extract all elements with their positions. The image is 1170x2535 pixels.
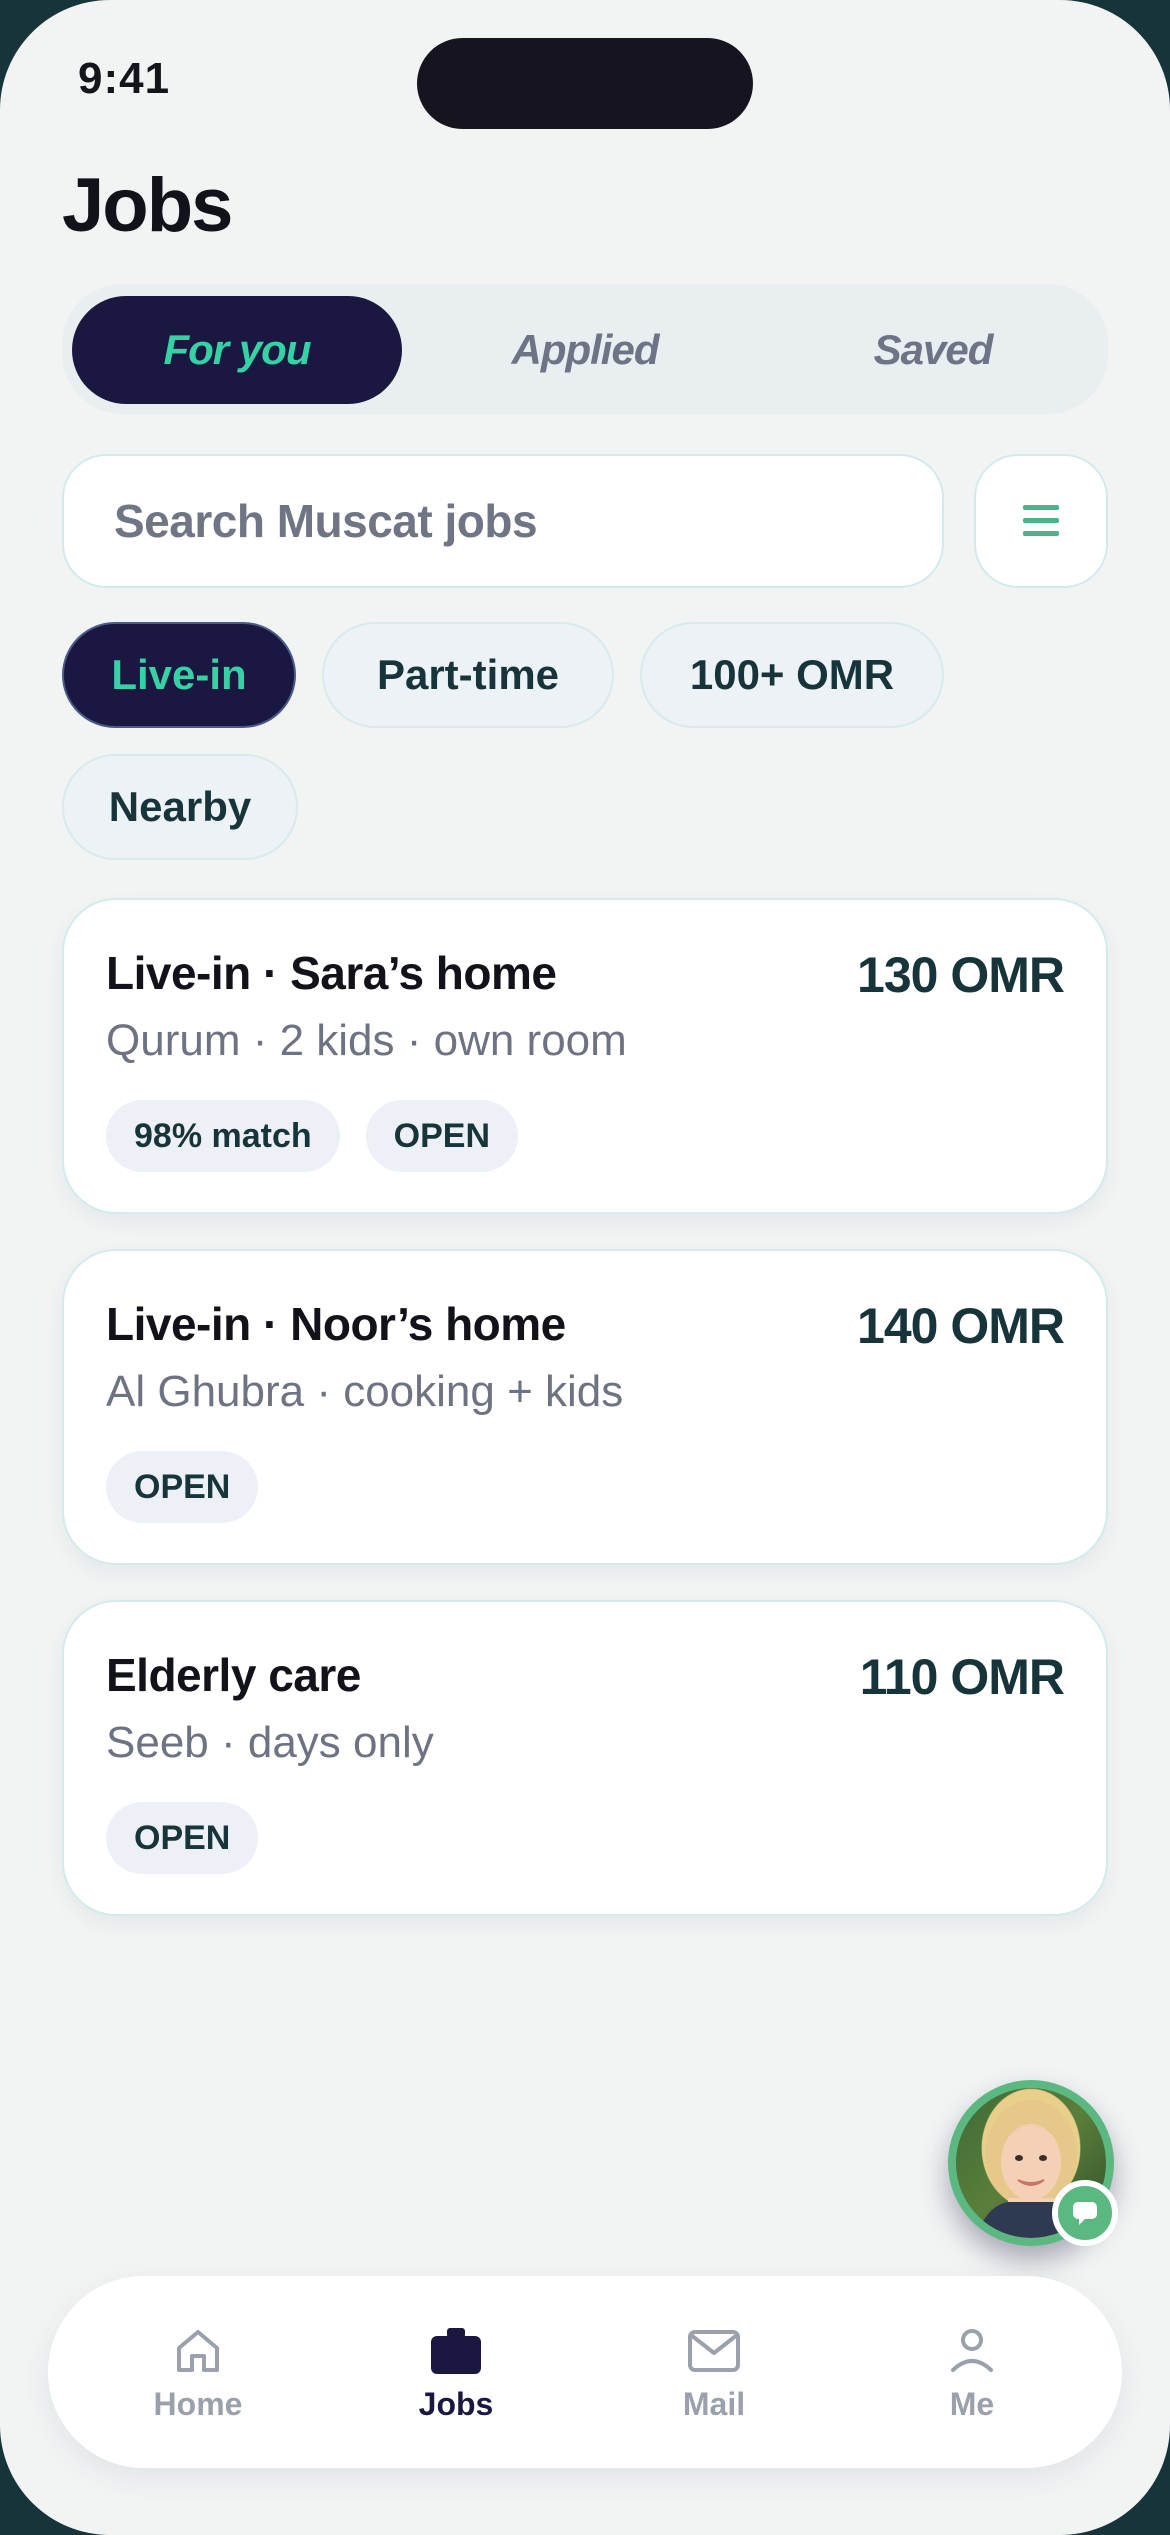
status-badge: OPEN	[106, 1802, 259, 1874]
nav-jobs[interactable]: Jobs	[366, 2324, 546, 2423]
home-icon	[171, 2324, 225, 2378]
chip-part-time[interactable]: Part-time	[322, 622, 614, 728]
tab-saved[interactable]: Saved	[768, 296, 1098, 404]
job-subtitle: Qurum · 2 kids · own room	[106, 1016, 627, 1065]
job-badges: 98% match OPEN	[106, 1100, 518, 1172]
job-price: 130 OMR	[857, 947, 1065, 1003]
job-price: 140 OMR	[857, 1298, 1065, 1354]
nav-jobs-label: Jobs	[418, 2386, 494, 2422]
menu-lines-icon	[1023, 505, 1059, 537]
search-input[interactable]	[112, 493, 896, 549]
dynamic-island	[417, 38, 753, 129]
job-card[interactable]: Elderly care 110 OMR Seeb · days only OP…	[62, 1600, 1108, 1916]
job-price: 110 OMR	[859, 1649, 1065, 1705]
job-title: Elderly care	[106, 1649, 361, 1701]
nav-home[interactable]: Home	[108, 2324, 288, 2423]
job-title: Live-in · Sara’s home	[106, 947, 557, 999]
page-title: Jobs	[62, 163, 233, 248]
nav-home-label: Home	[153, 2386, 243, 2422]
job-title: Live-in · Noor’s home	[106, 1298, 566, 1350]
mail-icon	[687, 2324, 741, 2378]
search-box	[62, 454, 944, 588]
bottom-nav: Home Jobs Mail Me	[48, 2276, 1122, 2468]
phone-screen: 9:41 Jobs For you Applied Saved Live-in …	[0, 0, 1170, 2535]
job-card[interactable]: Live-in · Noor’s home 140 OMR Al Ghubra …	[62, 1249, 1108, 1565]
briefcase-icon	[429, 2324, 483, 2378]
chip-live-in[interactable]: Live-in	[62, 622, 296, 728]
status-badge: OPEN	[365, 1100, 518, 1172]
chip-nearby[interactable]: Nearby	[62, 754, 298, 860]
job-badges: OPEN	[106, 1451, 259, 1523]
person-icon	[945, 2324, 999, 2378]
segmented-tabs: For you Applied Saved	[62, 284, 1108, 414]
tab-for-you[interactable]: For you	[72, 296, 402, 404]
nav-me-label: Me	[949, 2386, 995, 2422]
job-card[interactable]: Live-in · Sara’s home 130 OMR Qurum · 2 …	[62, 898, 1108, 1214]
tab-applied[interactable]: Applied	[420, 296, 750, 404]
job-subtitle: Al Ghubra · cooking + kids	[106, 1367, 624, 1416]
job-badges: OPEN	[106, 1802, 259, 1874]
job-subtitle: Seeb · days only	[106, 1718, 434, 1767]
match-badge: 98% match	[106, 1100, 340, 1172]
status-time: 9:41	[78, 54, 171, 103]
chip-100-omr[interactable]: 100+ OMR	[640, 622, 944, 728]
chat-bubble-icon[interactable]	[1052, 2180, 1118, 2246]
nav-mail[interactable]: Mail	[624, 2324, 804, 2423]
status-badge: OPEN	[106, 1451, 259, 1523]
nav-me[interactable]: Me	[882, 2324, 1062, 2423]
filter-button[interactable]	[974, 454, 1108, 588]
nav-mail-label: Mail	[682, 2386, 746, 2422]
